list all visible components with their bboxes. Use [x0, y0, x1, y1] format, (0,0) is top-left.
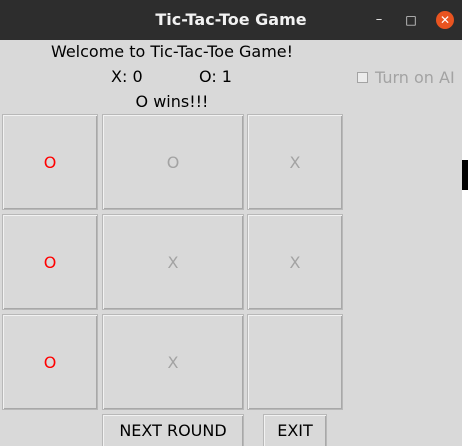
x-score-label: X: 0: [111, 67, 143, 86]
window-title: Tic-Tac-Toe Game: [155, 10, 307, 29]
board-cell-1[interactable]: O: [2, 114, 98, 210]
o-score-label: O: 1: [199, 67, 232, 86]
ai-toggle-checkbox[interactable]: Turn on AI: [357, 67, 455, 87]
board-cell-8[interactable]: X: [102, 314, 244, 410]
board-cell-4[interactable]: O: [2, 214, 98, 310]
result-label: O wins!!!: [135, 92, 209, 111]
checkbox-icon[interactable]: [357, 72, 368, 83]
maximize-icon[interactable]: □: [402, 11, 420, 29]
ai-toggle-label: Turn on AI: [375, 67, 455, 87]
game-window: Tic-Tac-Toe Game – □ ✕ Welcome to Tic-Ta…: [0, 0, 462, 446]
board-cell-3[interactable]: X: [247, 114, 343, 210]
title-bar: Tic-Tac-Toe Game – □ ✕: [0, 0, 462, 40]
board-cell-7[interactable]: O: [2, 314, 98, 410]
board-cell-9[interactable]: [247, 314, 343, 410]
next-round-button[interactable]: NEXT ROUND: [102, 414, 244, 446]
board-cell-5[interactable]: X: [102, 214, 244, 310]
background-window-edge: [462, 160, 468, 190]
close-icon[interactable]: ✕: [436, 11, 454, 29]
minimize-icon[interactable]: –: [370, 11, 388, 29]
welcome-label: Welcome to Tic-Tac-Toe Game!: [50, 42, 294, 61]
exit-button[interactable]: EXIT: [263, 414, 327, 446]
board-cell-2[interactable]: O: [102, 114, 244, 210]
board-cell-6[interactable]: X: [247, 214, 343, 310]
